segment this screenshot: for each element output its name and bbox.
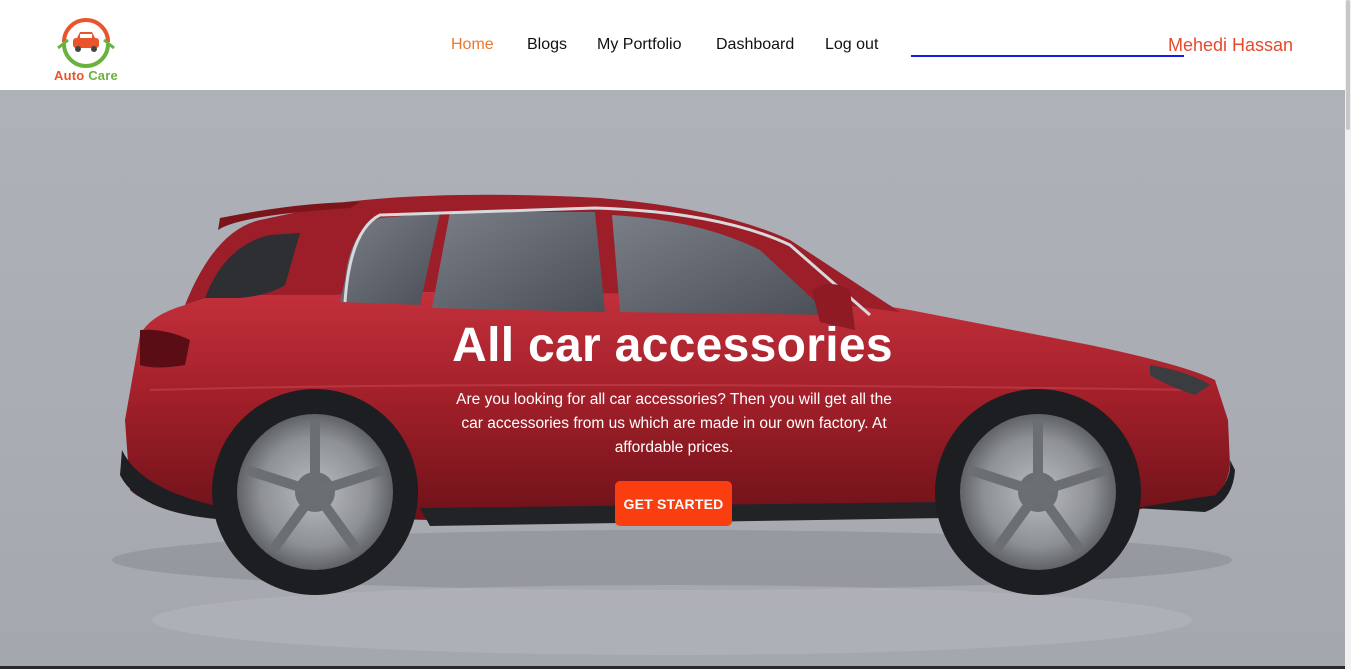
car-logo-icon <box>57 18 115 68</box>
user-name[interactable]: Mehedi Hassan <box>1168 35 1293 56</box>
get-started-button[interactable]: GET STARTED <box>615 481 732 526</box>
hero-subtitle: Are you looking for all car accessories?… <box>456 391 892 456</box>
hero-title: All car accessories <box>452 319 893 372</box>
brand-logo[interactable]: Auto Care <box>50 18 124 84</box>
nav-underline-divider <box>911 55 1184 57</box>
nav-blogs[interactable]: Blogs <box>527 36 567 54</box>
hero-section: All car accessories Are you looking for … <box>0 90 1345 667</box>
brand-name-part1: Auto <box>54 68 85 83</box>
nav-log-out[interactable]: Log out <box>825 36 878 54</box>
brand-name: Auto Care <box>54 68 118 83</box>
navbar: Auto Care Home Blogs My Portfolio Dashbo… <box>0 0 1351 90</box>
nav-dashboard[interactable]: Dashboard <box>716 36 794 54</box>
hero-car-image <box>112 194 1235 655</box>
nav-home[interactable]: Home <box>451 36 494 54</box>
page-scrollbar-thumb[interactable] <box>1346 0 1350 130</box>
nav-my-portfolio[interactable]: My Portfolio <box>597 36 681 54</box>
brand-name-part2: Care <box>88 68 118 83</box>
